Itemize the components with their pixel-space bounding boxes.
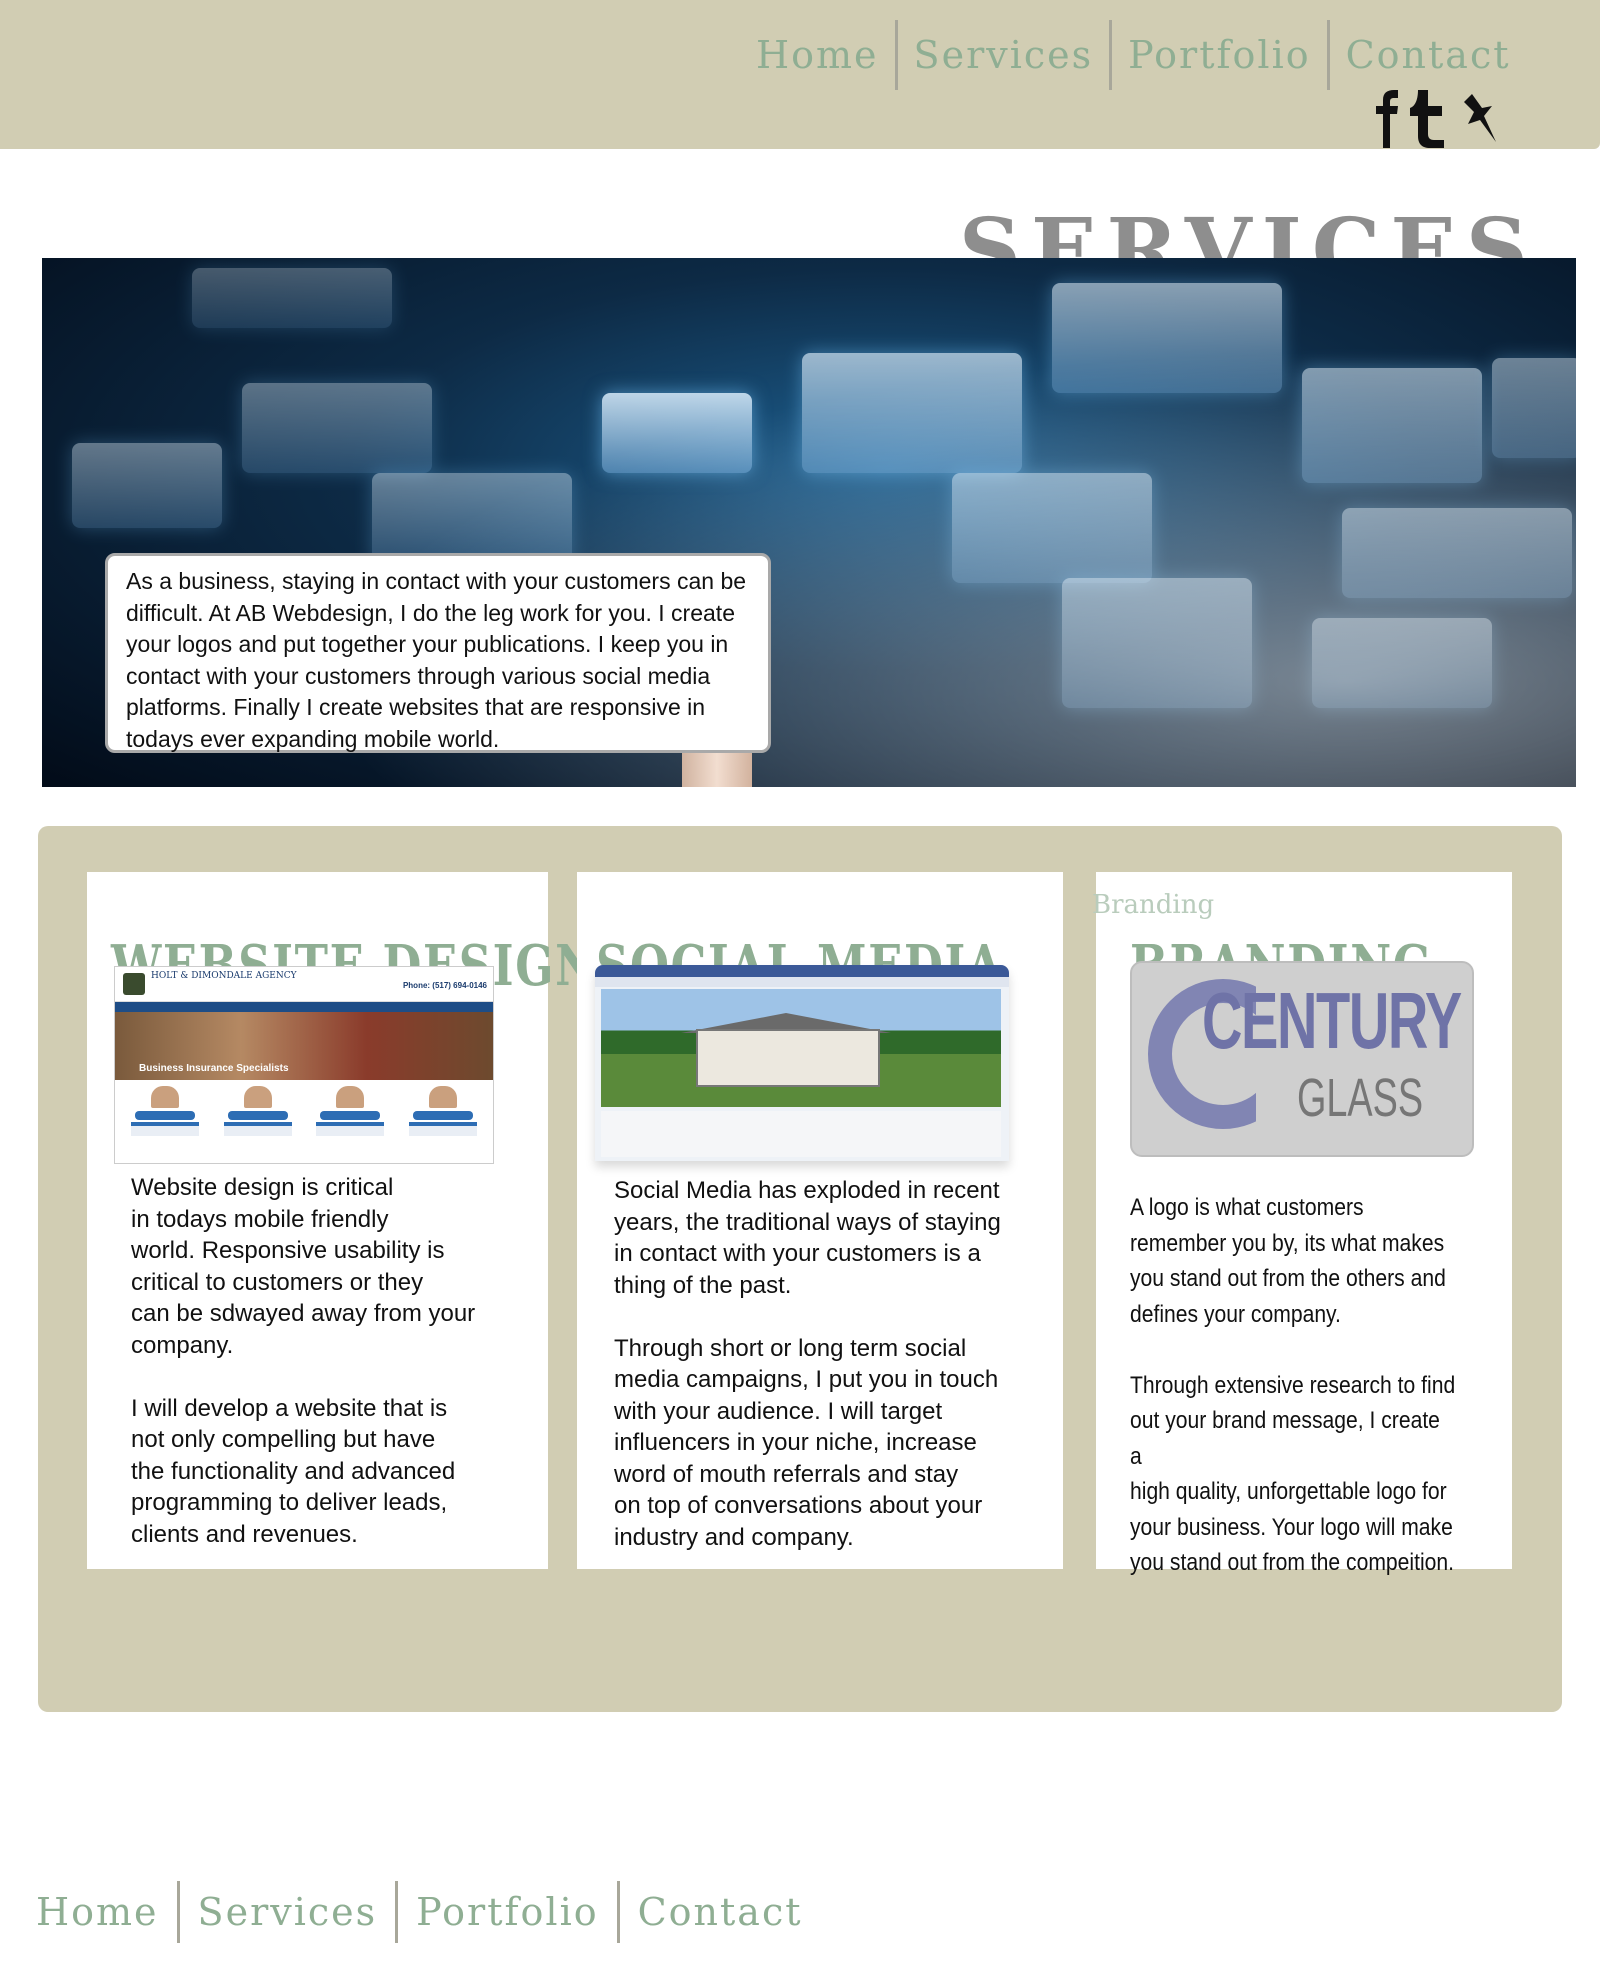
screenshot-topbar: [595, 965, 1009, 977]
footer-column: [223, 1122, 292, 1136]
nav-services-link[interactable]: Services: [898, 33, 1110, 77]
footer-column: [316, 1122, 385, 1136]
agency-phone: Phone: (517) 694-0146: [402, 981, 487, 990]
cover-photo: [601, 989, 1001, 1107]
facebook-icon[interactable]: [1374, 90, 1398, 148]
people-icon: [243, 1086, 272, 1108]
page-info-strip: [601, 1111, 1001, 1157]
screenshot-footer: [115, 1122, 493, 1136]
house: [696, 1029, 880, 1087]
card-description: A logo is what customers remember you by…: [1130, 1194, 1456, 1576]
website-screenshot: HOLT & DIMONDALE AGENCY Phone: (517) 694…: [114, 966, 494, 1164]
top-nav: Home Services Portfolio Contact: [756, 20, 1527, 90]
people-icon: [336, 1086, 365, 1108]
footer-column: [408, 1122, 477, 1136]
quote-button: [412, 1111, 473, 1120]
service-card-branding: Branding BRANDING CENTURY GLASS A logo i…: [1092, 872, 1512, 1576]
tumblr-icon[interactable]: [1408, 90, 1448, 148]
facebook-page-screenshot: [595, 965, 1009, 1161]
people-icon: [428, 1086, 457, 1108]
footer-portfolio-link[interactable]: Portfolio: [398, 1890, 616, 1934]
quote-button: [320, 1111, 381, 1120]
nav-portfolio-link[interactable]: Portfolio: [1112, 33, 1326, 77]
screenshot-quote-row: [115, 1080, 493, 1122]
footer-services-link[interactable]: Services: [180, 1890, 396, 1934]
ghost-title: Branding: [1092, 890, 1215, 920]
screenshot-banner-text: Business Insurance Specialists: [139, 1063, 289, 1074]
agency-name: HOLT & DIMONDALE AGENCY: [151, 971, 297, 981]
quote-tile: [409, 1086, 477, 1120]
people-icon: [151, 1086, 180, 1108]
footer-contact-link[interactable]: Contact: [620, 1890, 821, 1934]
footer-home-link[interactable]: Home: [36, 1890, 177, 1934]
screenshot-nav: [115, 1002, 493, 1012]
footer-column: [131, 1122, 200, 1136]
screenshot-banner: Business Insurance Specialists: [115, 1012, 493, 1080]
pushpin-icon[interactable]: [1458, 90, 1498, 148]
century-glass-logo: CENTURY GLASS: [1130, 961, 1474, 1157]
card-description: Social Media has exploded in recent year…: [614, 1177, 1001, 1551]
nav-home-link[interactable]: Home: [756, 33, 895, 77]
logo-word: CENTURY: [1202, 976, 1462, 1065]
quote-tile: [224, 1086, 292, 1120]
screenshot-header: HOLT & DIMONDALE AGENCY Phone: (517) 694…: [115, 967, 493, 1002]
quote-button: [135, 1111, 196, 1120]
quote-tile: [131, 1086, 199, 1120]
logo-subword: GLASS: [1297, 1068, 1424, 1128]
screenshot-tabs: [595, 977, 1009, 987]
quote-tile: [316, 1086, 384, 1120]
card-description: Website design is critical in todays mob…: [131, 1174, 476, 1548]
nav-contact-link[interactable]: Contact: [1330, 33, 1527, 77]
social-links: [1374, 90, 1498, 148]
service-card-website-design: WEBSITE DESIGN HOLT & DIMONDALE AGENCY P…: [87, 872, 596, 1569]
service-card-social-media: SOCIAL MEDIA Social Media has exploded i…: [577, 872, 1063, 1569]
agency-logo-icon: [123, 973, 145, 995]
quote-button: [227, 1111, 288, 1120]
intro-text: As a business, staying in contact with y…: [105, 553, 771, 753]
footer-nav: Home Services Portfolio Contact: [36, 1881, 821, 1943]
